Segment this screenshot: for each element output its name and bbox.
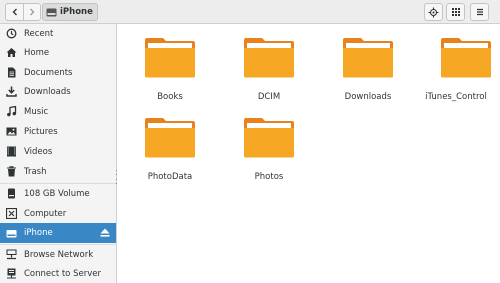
home-icon	[6, 47, 17, 58]
sidebar-item-computer[interactable]: Computer	[0, 204, 116, 223]
sidebar-item-label: Connect to Server	[24, 268, 101, 279]
drive-icon	[46, 8, 57, 16]
location-label: iPhone	[60, 7, 93, 17]
sidebar-item-label: Downloads	[24, 86, 71, 97]
header-bar: iPhone	[0, 0, 500, 24]
menu-button[interactable]	[470, 3, 489, 21]
sidebar-item-label: Videos	[24, 146, 53, 157]
sidebar-item-label: Home	[24, 47, 50, 58]
folder-icon	[244, 118, 294, 158]
menu-icon	[476, 8, 483, 16]
locate-button[interactable]	[424, 3, 443, 21]
location-path-button[interactable]: iPhone	[42, 3, 98, 21]
folder-name: PhotoData	[147, 172, 193, 182]
folder-name: Downloads	[344, 92, 392, 102]
network-icon	[6, 249, 17, 260]
folder-books[interactable]: Books	[120, 24, 216, 102]
folder-name: iTunes_Control	[425, 92, 487, 102]
navigation-buttons	[5, 3, 41, 21]
sidebar-item-label: Documents	[24, 67, 73, 78]
document-icon	[6, 67, 17, 78]
locate-icon	[428, 7, 439, 17]
sidebar-item-documents[interactable]: Documents	[0, 63, 116, 82]
trash-icon	[6, 166, 17, 177]
drive-icon	[6, 228, 17, 239]
music-icon	[6, 106, 17, 117]
sidebar-item-108gb-volume[interactable]: 108 GB Volume	[0, 184, 116, 203]
forward-button[interactable]	[23, 4, 40, 20]
folder-icon	[244, 38, 294, 78]
computer-icon	[6, 208, 17, 219]
grid-view-icon	[451, 8, 460, 16]
folder-name: Photos	[254, 172, 284, 182]
sidebar-item-connect-to-server[interactable]: Connect to Server	[0, 264, 116, 283]
file-view: Books DCIM Downloads iTunes_Control Phot…	[118, 24, 500, 283]
folder-dcim[interactable]: DCIM	[219, 24, 315, 102]
chevron-right-icon	[30, 8, 35, 16]
chevron-left-icon	[12, 8, 17, 16]
server-icon	[6, 268, 17, 279]
folder-icon	[343, 38, 393, 78]
sidebar-item-label: Recent	[24, 28, 54, 39]
sidebar-item-browse-network[interactable]: Browse Network	[0, 245, 116, 264]
sidebar-item-label: iPhone	[24, 228, 53, 238]
sidebar-item-label: 108 GB Volume	[24, 188, 90, 199]
sidebar-item-recent[interactable]: Recent	[0, 24, 116, 43]
folder-icon	[441, 38, 491, 78]
sidebar-item-iphone[interactable]: iPhone	[0, 223, 116, 243]
sidebar-item-music[interactable]: Music	[0, 102, 116, 121]
folder-name: Books	[157, 92, 183, 102]
sidebar-item-videos[interactable]: Videos	[0, 142, 116, 161]
sidebar-item-downloads[interactable]: Downloads	[0, 82, 116, 101]
video-icon	[6, 146, 17, 157]
folder-name: DCIM	[257, 92, 281, 102]
sidebar-item-label: Browse Network	[24, 249, 94, 260]
sidebar-item-home[interactable]: Home	[0, 43, 116, 62]
sidebar-item-pictures[interactable]: Pictures	[0, 122, 116, 141]
folder-icon	[145, 38, 195, 78]
picture-icon	[6, 126, 17, 137]
sidebar-item-label: Computer	[24, 208, 67, 219]
download-icon	[6, 86, 17, 97]
drive-icon	[6, 188, 17, 199]
sidebar: Recent Home Documents Downloads Music Pi…	[0, 24, 117, 283]
folder-photos[interactable]: Photos	[219, 104, 315, 182]
clock-icon	[6, 28, 17, 39]
sidebar-item-label: Music	[24, 106, 49, 117]
back-button[interactable]	[6, 4, 23, 20]
sidebar-item-label: Pictures	[24, 126, 58, 137]
folder-downloads[interactable]: Downloads	[318, 24, 414, 102]
folder-itunes-control[interactable]: iTunes_Control	[416, 24, 500, 102]
eject-icon[interactable]	[100, 228, 110, 237]
sidebar-item-trash[interactable]: Trash	[0, 162, 116, 181]
grid-view-button[interactable]	[446, 3, 465, 21]
sidebar-item-label: Trash	[24, 166, 47, 177]
folder-photodata[interactable]: PhotoData	[120, 104, 216, 182]
folder-icon	[145, 118, 195, 158]
